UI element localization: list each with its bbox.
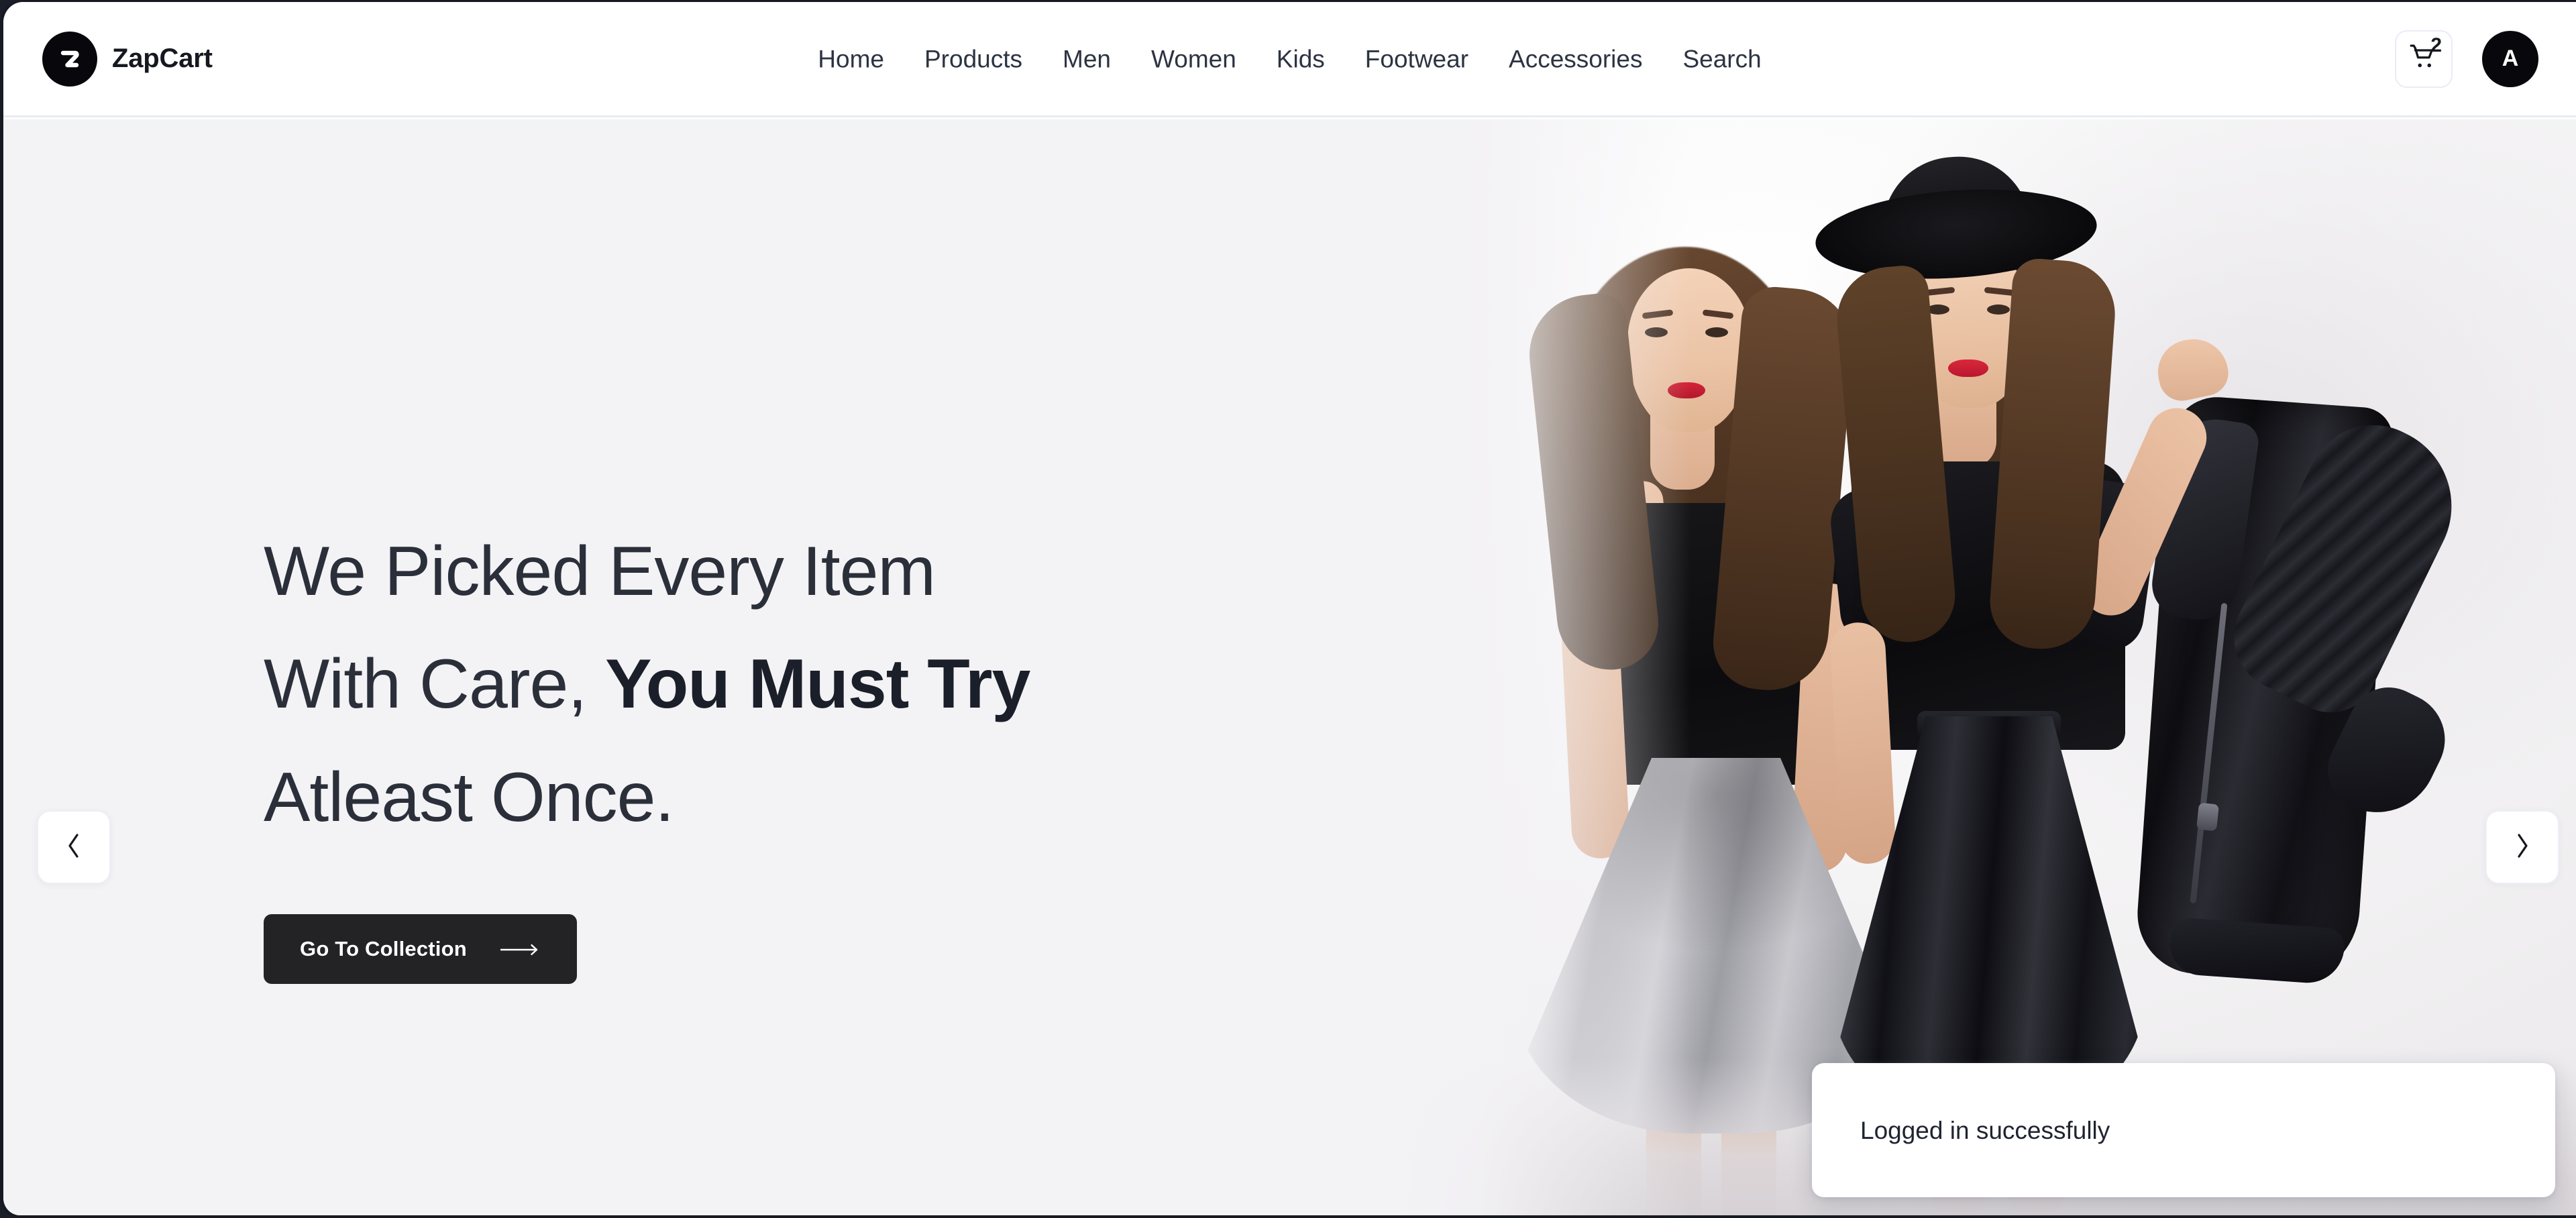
nav-item-kids[interactable]: Kids	[1275, 42, 1326, 75]
main-navigation: Home Products Men Women Kids Footwear Ac…	[816, 42, 1762, 75]
cart-button[interactable]: 2	[2395, 30, 2453, 88]
cart-count-badge: 2	[2430, 34, 2442, 56]
chevron-left-icon	[65, 832, 83, 863]
nav-item-men[interactable]: Men	[1061, 42, 1112, 75]
brand-name: ZapCart	[112, 44, 213, 73]
user-avatar[interactable]: A	[2482, 30, 2538, 87]
browser-viewport: ZapCart Home Products Men Women Kids Foo…	[0, 0, 2576, 1218]
carousel-next-button[interactable]	[2485, 810, 2559, 884]
model-right-figure	[1811, 126, 2361, 1215]
header-actions: 2 A	[2395, 30, 2538, 88]
hero-fashion-photo	[1395, 119, 2576, 1215]
nav-item-accessories[interactable]: Accessories	[1507, 42, 1644, 75]
zapcart-logo-icon	[42, 31, 97, 87]
carousel-prev-button[interactable]	[37, 810, 111, 884]
hero-headline-line-1: We Picked Every Item	[264, 533, 936, 610]
arrow-right-icon	[499, 937, 541, 961]
photo-left-fade	[1395, 119, 1690, 1215]
cta-label: Go To Collection	[300, 937, 467, 961]
toast-notification[interactable]: Logged in successfully	[1812, 1063, 2555, 1197]
nav-item-footwear[interactable]: Footwear	[1364, 42, 1470, 75]
nav-item-women[interactable]: Women	[1150, 42, 1238, 75]
hero-copy-block: We Picked Every Item With Care, You Must…	[264, 515, 1270, 985]
go-to-collection-button[interactable]: Go To Collection	[264, 914, 577, 985]
site-header: ZapCart Home Products Men Women Kids Foo…	[3, 2, 2576, 117]
hero-headline: We Picked Every Item With Care, You Must…	[264, 515, 1270, 854]
hero-headline-line-2-bold: You Must Try	[605, 645, 1030, 724]
hero-headline-line-2-regular: With Care,	[264, 645, 606, 724]
hero-carousel-section: We Picked Every Item With Care, You Must…	[3, 119, 2576, 1215]
hero-headline-line-3: Atleast Once.	[264, 758, 674, 836]
nav-item-search[interactable]: Search	[1681, 42, 1762, 75]
chevron-right-icon	[2514, 832, 2531, 863]
nav-item-home[interactable]: Home	[816, 42, 885, 75]
toast-message: Logged in successfully	[1860, 1116, 2110, 1144]
brand-logo-link[interactable]: ZapCart	[42, 31, 213, 87]
nav-item-products[interactable]: Products	[923, 42, 1024, 75]
